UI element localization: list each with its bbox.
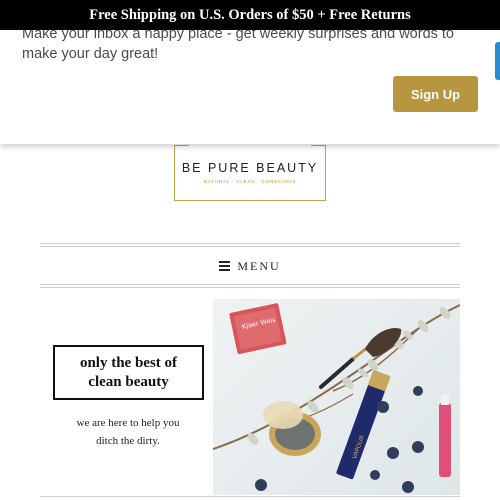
sign-up-button[interactable]: Sign Up bbox=[393, 76, 478, 112]
side-feedback-tab[interactable] bbox=[495, 42, 500, 80]
logo-name: BE PURE BEAUTY bbox=[181, 161, 319, 175]
newsletter-message: Make your inbox a happy place - get week… bbox=[22, 26, 454, 62]
shipping-banner[interactable]: Free Shipping on U.S. Orders of $50 + Fr… bbox=[0, 0, 500, 30]
bars-icon bbox=[219, 261, 231, 271]
hero-subtext-line1: we are here to help you bbox=[76, 417, 180, 429]
menu-toggle[interactable]: MENU bbox=[40, 246, 460, 286]
logo-tagline: NATURAL · CLEAN · CONSCIOUS bbox=[203, 179, 297, 184]
menu-bottom-divider-inner bbox=[40, 284, 460, 285]
hero-headline-line1: only the best of bbox=[79, 354, 178, 371]
product-flatlay-image: Kjaer Weis VAPOUR bbox=[212, 303, 460, 493]
menu-label: MENU bbox=[237, 258, 281, 273]
hero-product-photo: Kjaer Weis VAPOUR bbox=[212, 299, 460, 495]
hero-headline-box: only the best of clean beauty bbox=[53, 345, 204, 400]
hero-subtext: we are here to help you ditch the dirty. bbox=[40, 414, 216, 450]
site-logo[interactable]: BE PURE BEAUTY NATURAL · CLEAN · CONSCIO… bbox=[174, 145, 326, 201]
hero-subtext-line2: ditch the dirty. bbox=[96, 435, 160, 447]
menu-bottom-divider bbox=[40, 287, 460, 288]
menu-top-divider bbox=[40, 243, 460, 244]
content-divider bbox=[40, 496, 460, 497]
hero-headline-line2: clean beauty bbox=[88, 373, 169, 390]
hero-banner[interactable]: only the best of clean beauty we are her… bbox=[40, 299, 460, 495]
